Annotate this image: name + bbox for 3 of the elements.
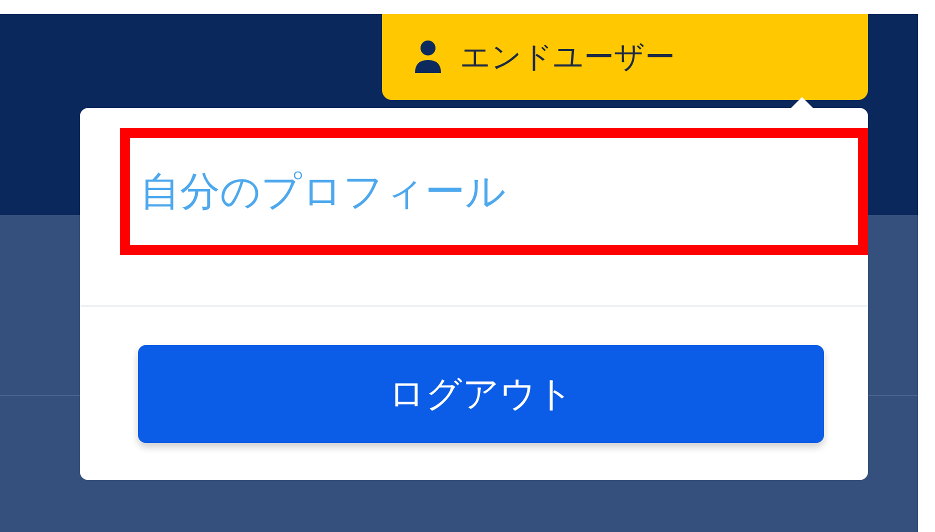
logout-button[interactable]: ログアウト [138,345,824,443]
user-menu-button[interactable]: エンドユーザー [382,14,868,100]
user-icon [414,39,442,75]
